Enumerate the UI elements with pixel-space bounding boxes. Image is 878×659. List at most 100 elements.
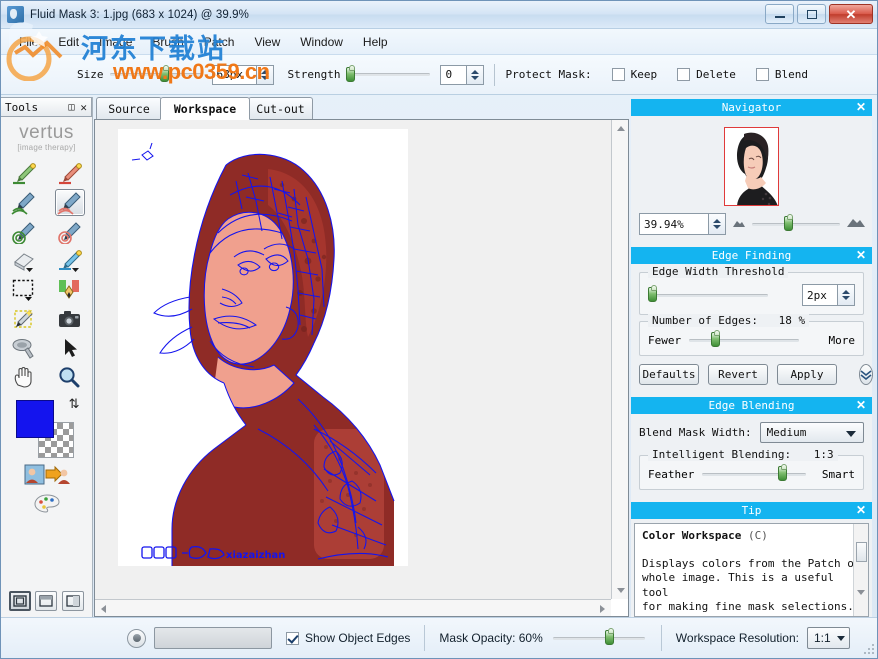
intelligent-blending-slider[interactable] bbox=[702, 467, 806, 481]
protect-blend-checkbox[interactable]: Blend bbox=[756, 68, 814, 81]
size-slider-thumb[interactable] bbox=[160, 67, 169, 82]
zoom-out-mountain-icon[interactable] bbox=[732, 215, 746, 233]
size-spinner[interactable] bbox=[257, 65, 274, 85]
apply-button[interactable]: Apply bbox=[777, 364, 837, 385]
zoom-slider-thumb[interactable] bbox=[784, 216, 793, 231]
workspace-resolution-label: Workspace Resolution: bbox=[676, 631, 799, 645]
masked-portrait-image[interactable]: xiazaizhan bbox=[118, 129, 408, 566]
zoom-in-mountain-icon[interactable] bbox=[846, 215, 866, 233]
zoom-value-field[interactable]: 39.94% bbox=[639, 213, 709, 235]
close-icon[interactable]: ✕ bbox=[856, 398, 866, 413]
show-object-edges-checkbox[interactable]: Show Object Edges bbox=[286, 631, 410, 645]
keep-checkbox-box[interactable] bbox=[612, 68, 625, 81]
scroll-left-button[interactable] bbox=[95, 600, 112, 617]
mask-opacity-slider-thumb[interactable] bbox=[605, 630, 614, 645]
tool-blend-brush[interactable] bbox=[55, 247, 85, 274]
canvas-viewport[interactable]: xiazaizhan bbox=[95, 120, 611, 599]
tool-delete-local-brush[interactable] bbox=[55, 189, 85, 216]
close-icon[interactable]: ✕ bbox=[80, 101, 87, 114]
view-mode-split-vertical[interactable] bbox=[62, 591, 84, 611]
canvas-horizontal-scrollbar[interactable] bbox=[95, 599, 611, 616]
workspace-resolution-select[interactable]: 1:1 bbox=[807, 627, 850, 649]
mask-opacity-slider[interactable] bbox=[553, 631, 645, 645]
tool-pointer[interactable] bbox=[55, 334, 85, 361]
blend-mask-width-select[interactable]: Medium bbox=[760, 422, 864, 443]
color-swatches[interactable]: ⇅ bbox=[16, 400, 78, 458]
show-object-edges-checkbox-box[interactable] bbox=[286, 632, 299, 645]
tool-delete-global-brush[interactable] bbox=[55, 218, 85, 245]
tool-hand[interactable] bbox=[9, 363, 39, 390]
view-mode-single[interactable] bbox=[9, 591, 31, 611]
strength-spinner[interactable] bbox=[467, 65, 484, 85]
tip-panel-body[interactable]: Color Workspace (C) Displays colors from… bbox=[634, 523, 869, 617]
scroll-up-button[interactable] bbox=[612, 120, 629, 137]
cut-out-preview-button[interactable] bbox=[1, 464, 92, 486]
close-icon[interactable]: ✕ bbox=[856, 100, 866, 115]
edge-width-slider-thumb[interactable] bbox=[648, 287, 657, 302]
close-icon[interactable]: ✕ bbox=[856, 248, 866, 263]
tool-chisel[interactable] bbox=[9, 334, 39, 361]
tool-zoom[interactable] bbox=[55, 363, 85, 390]
size-slider[interactable] bbox=[110, 68, 202, 82]
swap-colors-icon[interactable]: ⇅ bbox=[69, 396, 80, 412]
tool-eraser[interactable] bbox=[9, 247, 39, 274]
palette-button[interactable] bbox=[1, 494, 92, 514]
edge-width-spinner[interactable] bbox=[838, 284, 855, 306]
size-value-field[interactable]: 68px bbox=[212, 65, 257, 85]
menu-window[interactable]: Window bbox=[290, 32, 353, 52]
zoom-spinner[interactable] bbox=[709, 213, 726, 235]
protect-delete-checkbox[interactable]: Delete bbox=[677, 68, 742, 81]
close-icon[interactable]: ✕ bbox=[856, 503, 866, 518]
maximize-icon bbox=[807, 10, 817, 19]
foreground-swatch[interactable] bbox=[16, 400, 54, 438]
edge-width-slider[interactable] bbox=[648, 288, 768, 302]
protect-keep-checkbox[interactable]: Keep bbox=[612, 68, 664, 81]
tool-magic-wand[interactable] bbox=[9, 305, 39, 332]
menu-edit[interactable]: Edit bbox=[48, 32, 89, 52]
resize-grip[interactable] bbox=[863, 644, 875, 656]
zoom-slider[interactable] bbox=[752, 217, 840, 231]
menu-brush[interactable]: Brush bbox=[142, 32, 193, 52]
tip-scroll-thumb[interactable] bbox=[856, 542, 867, 562]
menu-view[interactable]: View bbox=[244, 32, 290, 52]
tip-scroll-down-icon[interactable] bbox=[857, 595, 865, 613]
number-of-edges-slider-thumb[interactable] bbox=[711, 332, 720, 347]
scroll-right-button[interactable] bbox=[594, 600, 611, 617]
blend-checkbox-box[interactable] bbox=[756, 68, 769, 81]
navigator-thumbnail[interactable] bbox=[724, 127, 779, 206]
edge-width-value-field[interactable]: 2px bbox=[802, 284, 838, 306]
close-button[interactable]: ✕ bbox=[829, 4, 873, 24]
revert-button[interactable]: Revert bbox=[708, 364, 768, 385]
canvas-vertical-scrollbar[interactable] bbox=[611, 120, 628, 599]
menu-patch[interactable]: Patch bbox=[194, 32, 245, 52]
delete-checkbox-box[interactable] bbox=[677, 68, 690, 81]
menu-help[interactable]: Help bbox=[353, 32, 398, 52]
tab-source[interactable]: Source bbox=[96, 97, 162, 119]
defaults-button[interactable]: Defaults bbox=[639, 364, 699, 385]
menu-file[interactable]: File bbox=[9, 32, 48, 52]
minimize-button[interactable] bbox=[765, 4, 794, 24]
tool-delete-exact-brush[interactable] bbox=[55, 160, 85, 187]
scroll-down-button[interactable] bbox=[612, 582, 629, 599]
expand-more-button[interactable] bbox=[859, 364, 873, 385]
strength-value-field[interactable]: 0 bbox=[440, 65, 467, 85]
tool-keep-local-brush[interactable] bbox=[9, 189, 39, 216]
intelligent-blending-slider-thumb[interactable] bbox=[778, 466, 787, 481]
tool-keep-exact-brush[interactable] bbox=[9, 160, 39, 187]
menu-image[interactable]: Image bbox=[89, 32, 142, 52]
tool-blend-pen[interactable] bbox=[55, 276, 85, 303]
stop-button[interactable] bbox=[127, 629, 146, 648]
tab-workspace[interactable]: Workspace bbox=[160, 97, 250, 120]
number-of-edges-slider[interactable] bbox=[689, 333, 799, 347]
tab-cut-out[interactable]: Cut-out bbox=[248, 97, 313, 119]
workspace-canvas-area[interactable]: xiazaizhan bbox=[94, 119, 629, 617]
undock-icon[interactable]: ◫ bbox=[68, 102, 74, 113]
strength-slider[interactable] bbox=[346, 68, 430, 82]
maximize-button[interactable] bbox=[797, 4, 826, 24]
tool-rectangle-select[interactable] bbox=[9, 276, 39, 303]
tool-keep-global-brush[interactable] bbox=[9, 218, 39, 245]
tip-scrollbar[interactable] bbox=[853, 524, 868, 616]
strength-slider-thumb[interactable] bbox=[346, 67, 355, 82]
tool-patch-camera[interactable] bbox=[55, 305, 85, 332]
view-mode-split-horizontal[interactable] bbox=[35, 591, 57, 611]
